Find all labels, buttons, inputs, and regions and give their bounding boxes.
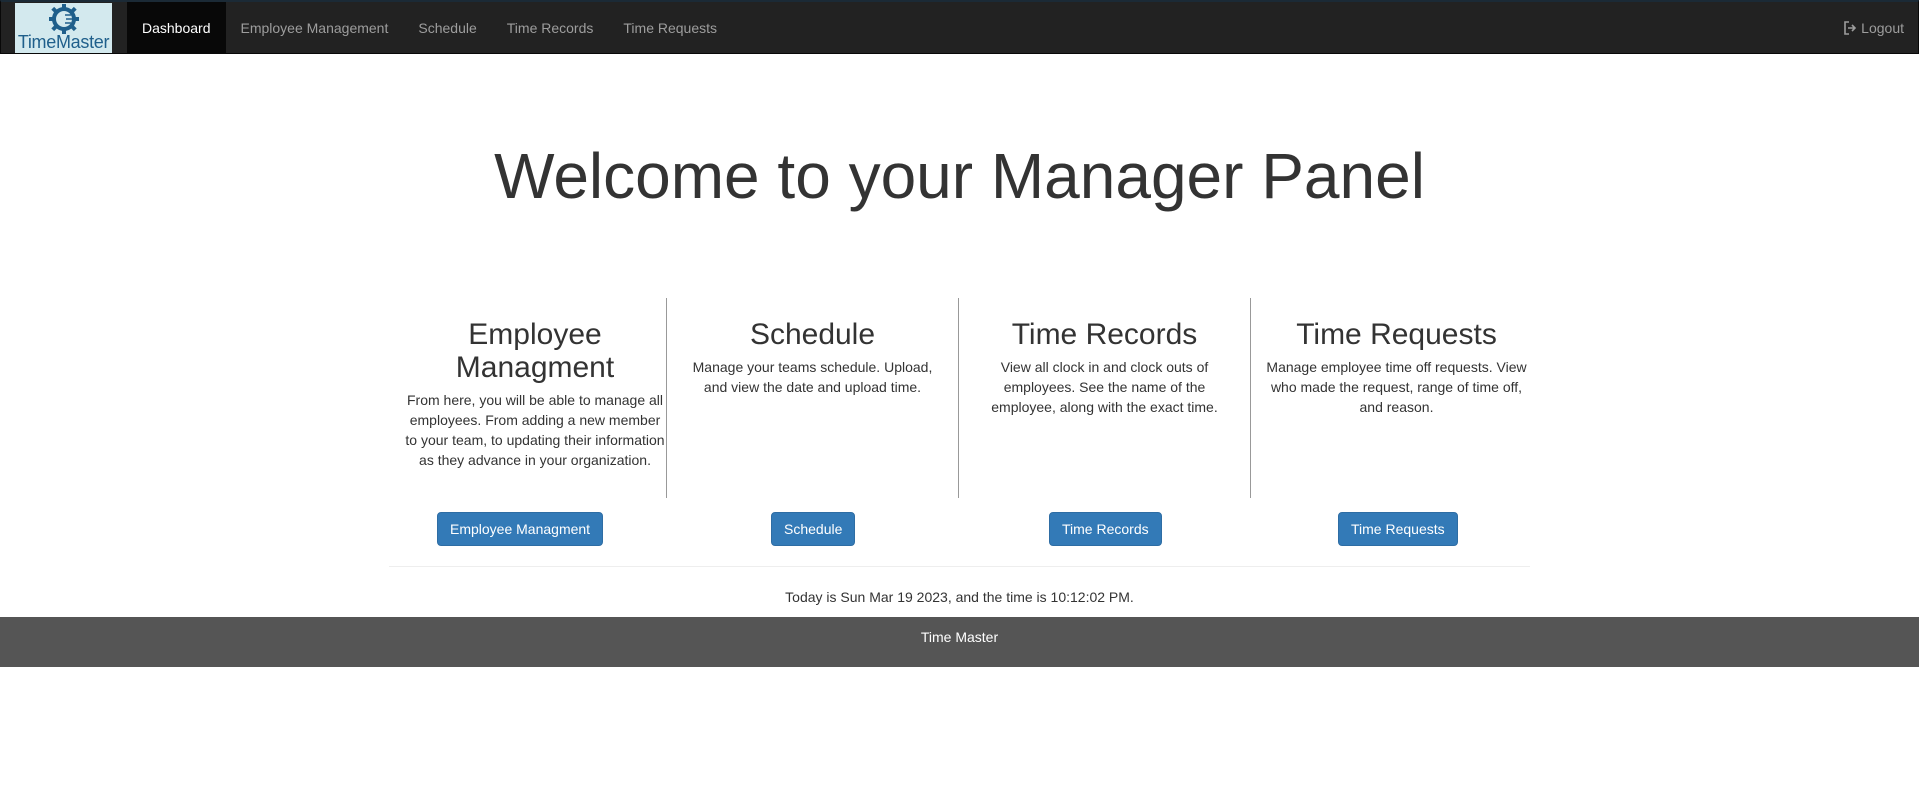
schedule-button[interactable]: Schedule	[771, 512, 856, 546]
panel-description: From here, you will be able to manage al…	[405, 392, 665, 468]
top-navbar: TimeMaster Dashboard Employee Management…	[0, 0, 1919, 54]
footer: Time Master	[0, 617, 1919, 667]
time-requests-button[interactable]: Time Requests	[1338, 512, 1458, 546]
current-datetime: Today is Sun Mar 19 2023, and the time i…	[785, 589, 1134, 605]
nav-item-dashboard[interactable]: Dashboard	[127, 2, 226, 54]
panel-title: Time Requests	[1296, 318, 1497, 351]
logout-link[interactable]: Logout	[1843, 2, 1904, 54]
brand-logo[interactable]: TimeMaster	[15, 3, 112, 53]
page-title: Welcome to your Manager Panel	[494, 140, 1425, 212]
panel-employee-management: Employee Managment From here, you will b…	[389, 298, 681, 498]
nav-item-time-requests[interactable]: Time Requests	[608, 2, 732, 54]
gear-icon	[49, 4, 79, 34]
divider	[389, 566, 1530, 567]
panel-time-records: Time Records View all clock in and clock…	[958, 298, 1250, 498]
panel-title: Schedule	[749, 318, 876, 351]
nav-item-employee-management[interactable]: Employee Management	[226, 2, 404, 54]
panel-description: Manage your teams schedule. Upload, and …	[692, 359, 933, 395]
panel-title: Time Records	[1011, 318, 1198, 351]
footer-text: Time Master	[920, 629, 999, 645]
panel-time-requests: Time Requests Manage employee time off r…	[1250, 298, 1542, 498]
panel-title: Employee Managment	[389, 318, 681, 384]
panel-schedule: Schedule Manage your teams schedule. Upl…	[666, 298, 958, 498]
brand-text: TimeMaster	[17, 32, 110, 52]
panel-title-line1: Employee	[468, 318, 602, 351]
nav-item-schedule[interactable]: Schedule	[403, 2, 491, 54]
feature-panels: Employee Managment From here, you will b…	[389, 298, 1530, 498]
panel-title-line2: Managment	[455, 351, 615, 384]
panel-description: Manage employee time off requests. View …	[1266, 359, 1527, 415]
time-records-button[interactable]: Time Records	[1049, 512, 1162, 546]
sign-out-icon	[1844, 21, 1857, 35]
logout-label: Logout	[1861, 20, 1904, 36]
employee-management-button[interactable]: Employee Managment	[437, 512, 604, 546]
main-nav: Dashboard Employee Management Schedule T…	[127, 2, 732, 54]
panel-description: View all clock in and clock outs of empl…	[991, 359, 1218, 415]
nav-item-time-records[interactable]: Time Records	[492, 2, 609, 54]
